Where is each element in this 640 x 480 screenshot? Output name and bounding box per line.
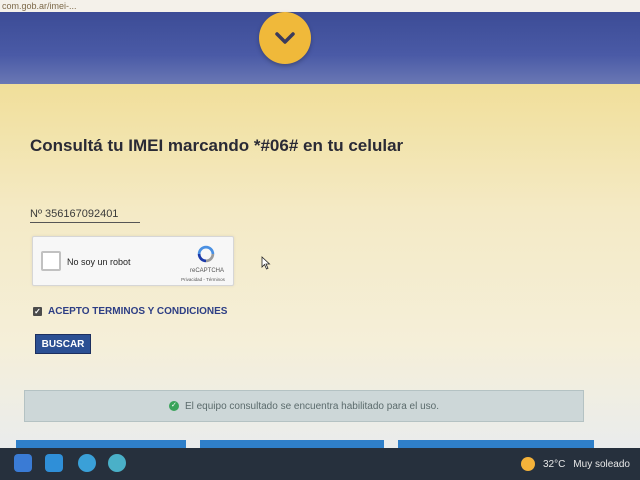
browser-icon[interactable] xyxy=(108,454,126,472)
weather-tray[interactable]: 32°C Muy soleado xyxy=(520,457,630,471)
alert-message: El equipo consultado se encuentra habili… xyxy=(184,400,440,412)
mail-icon[interactable] xyxy=(45,454,63,472)
terms-label: ACEPTO TERMINOS Y CONDICIONES xyxy=(48,306,228,317)
search-button[interactable]: BUSCAR xyxy=(35,334,91,354)
weather-text: Muy soleado xyxy=(573,458,630,470)
imei-input[interactable]: Nº 356167092401 xyxy=(30,208,140,223)
scroll-down-button[interactable] xyxy=(259,12,311,64)
recaptcha-logo-icon xyxy=(197,245,215,263)
app-icon-3[interactable] xyxy=(78,454,96,472)
taskbar: 32°C Muy soleado xyxy=(0,448,640,480)
sun-icon xyxy=(520,457,535,471)
address-bar[interactable]: com.gob.ar/imei-... xyxy=(0,0,640,12)
page-header xyxy=(0,12,640,84)
terms-checkbox[interactable]: ✓ xyxy=(33,307,42,316)
terms-checkbox-row[interactable]: ✓ ACEPTO TERMINOS Y CONDICIONES xyxy=(33,306,227,317)
check-circle-icon: ✓ xyxy=(168,401,179,411)
recaptcha-checkbox[interactable] xyxy=(41,251,61,271)
mouse-cursor-icon xyxy=(261,256,271,270)
chevron-down-icon xyxy=(275,32,295,44)
recaptcha-widget: No soy un robot reCAPTCHA Privacidad - T… xyxy=(32,236,234,286)
temperature: 32°C xyxy=(542,458,566,470)
page-title: Consultá tu IMEI marcando *#06# en tu ce… xyxy=(30,136,404,155)
recaptcha-links[interactable]: Privacidad - Términos xyxy=(173,277,233,282)
status-alert: ✓ El equipo consultado se encuentra habi… xyxy=(24,390,584,422)
app-icon-1[interactable] xyxy=(14,454,32,472)
recaptcha-label: No soy un robot xyxy=(67,257,131,267)
url-text: com.gob.ar/imei-... xyxy=(2,1,77,11)
recaptcha-brand: reCAPTCHA xyxy=(189,268,224,274)
